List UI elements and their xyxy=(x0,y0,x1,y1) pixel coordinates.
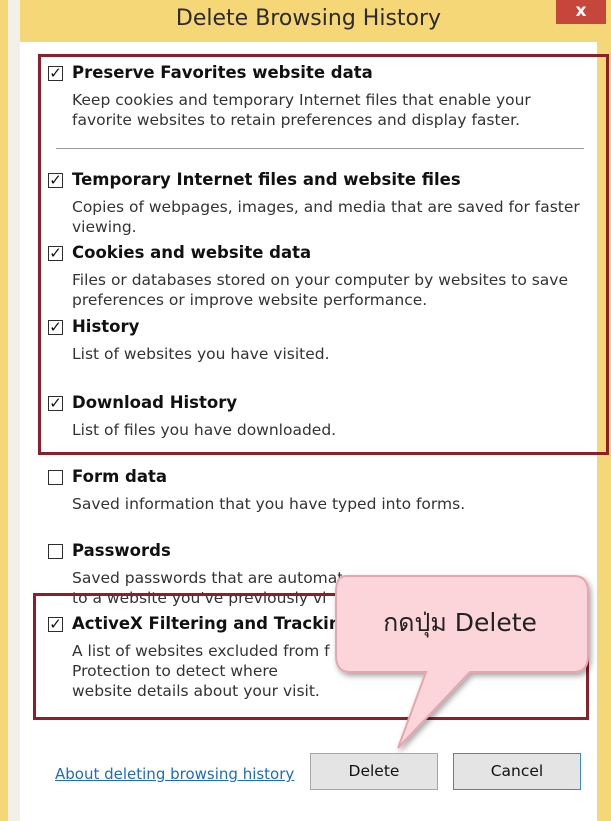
callout: กดปุ่ม Delete xyxy=(330,580,590,666)
delete-button[interactable]: Delete xyxy=(310,753,438,790)
callout-text: กดปุ่ม Delete xyxy=(383,608,537,637)
callout-shape xyxy=(335,575,589,749)
cancel-button[interactable]: Cancel xyxy=(453,753,581,790)
about-deleting-history-link[interactable]: About deleting browsing history xyxy=(55,765,294,783)
